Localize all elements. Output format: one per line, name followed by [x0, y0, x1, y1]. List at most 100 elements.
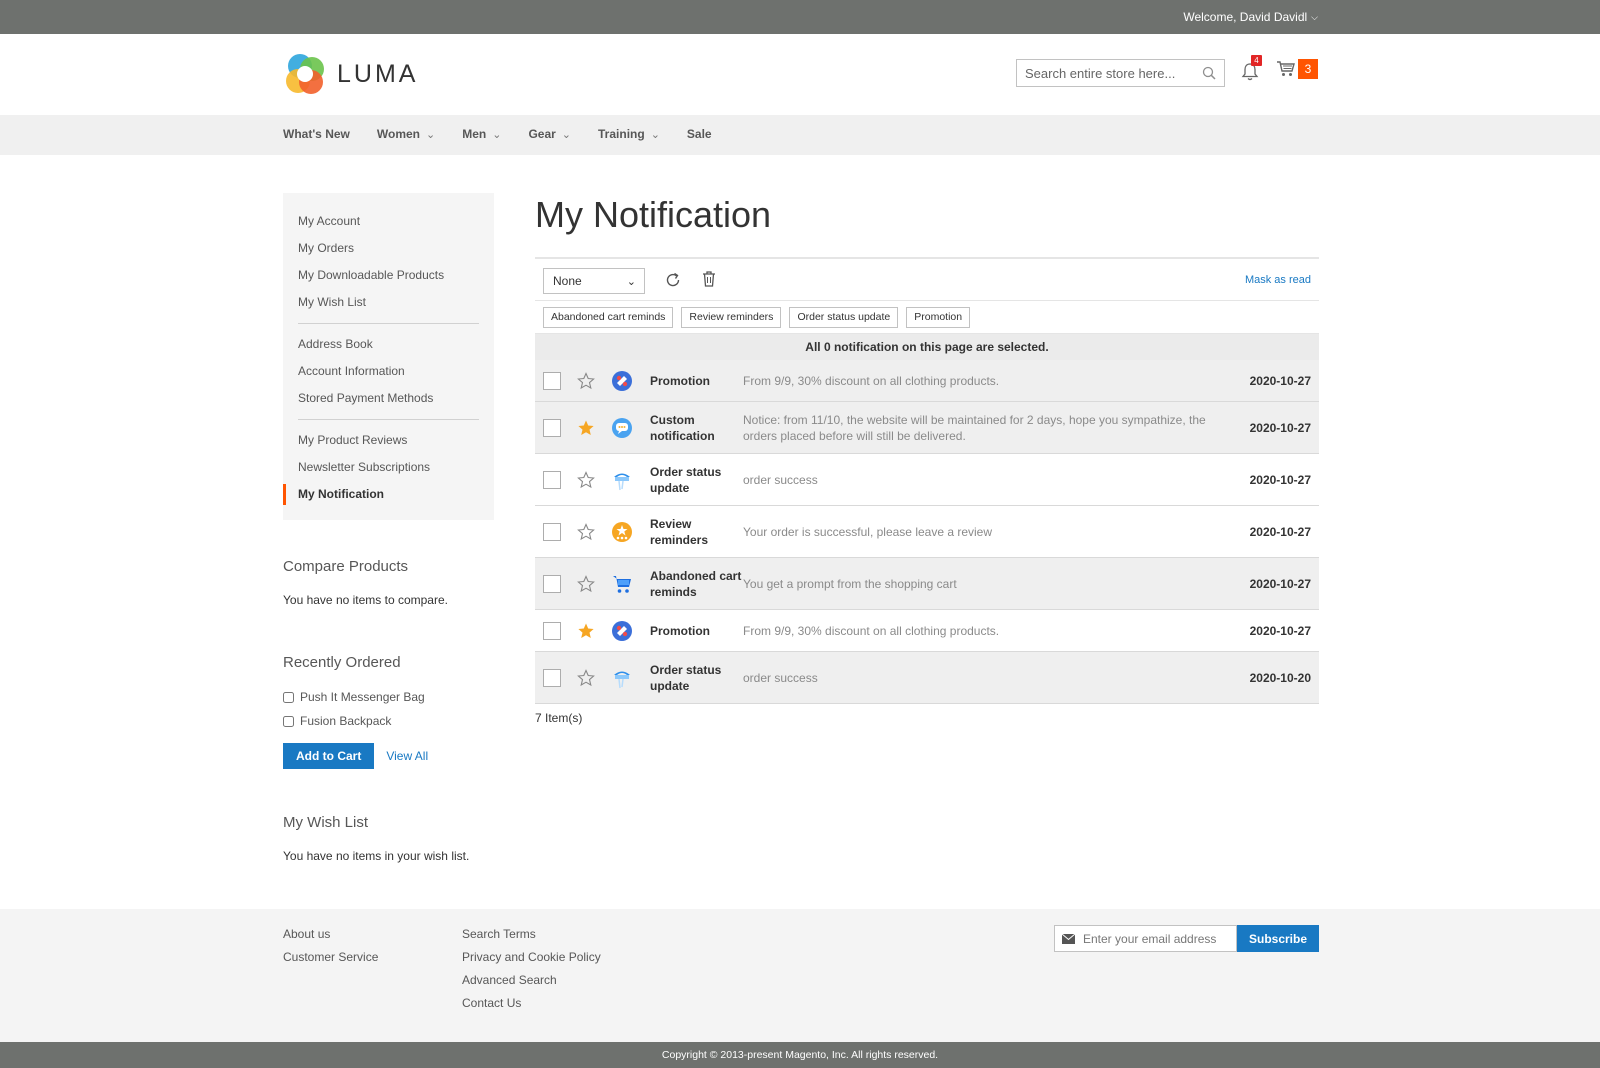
notification-message: From 9/9, 30% discount on all clothing p…: [743, 623, 1000, 638]
footer-link-privacy-policy[interactable]: Privacy and Cookie Policy: [462, 949, 601, 972]
search-input[interactable]: [1017, 60, 1197, 86]
footer-link-search-terms[interactable]: Search Terms: [462, 926, 601, 949]
notification-date: 2020-10-27: [1249, 472, 1311, 487]
nav-item-training[interactable]: Training ⌄: [598, 127, 660, 141]
compare-products-block: Compare Products You have no items to co…: [283, 558, 448, 607]
row-checkbox[interactable]: [543, 371, 561, 390]
promotion-icon: [612, 370, 632, 391]
recently-ordered-item-name: Push It Messenger Bag: [300, 690, 425, 704]
recently-ordered-item[interactable]: Push It Messenger Bag: [283, 685, 428, 709]
sidebar-item-address-book[interactable]: Address Book: [283, 331, 494, 358]
logo[interactable]: LUMA: [283, 52, 418, 96]
sidebar-item-my-orders[interactable]: My Orders: [283, 235, 494, 262]
welcome-text: Welcome, David Davidl: [1183, 10, 1308, 24]
trash-icon[interactable]: [701, 270, 717, 288]
nav-item-what-s-new[interactable]: What's New: [283, 127, 350, 141]
filter-promotion[interactable]: Promotion: [906, 307, 971, 328]
notification-type: Promotion: [650, 623, 710, 638]
add-to-cart-button[interactable]: Add to Cart: [283, 743, 375, 769]
notification-message: You get a prompt from the shopping cart: [743, 576, 957, 591]
sidebar-item-account-information[interactable]: Account Information: [283, 358, 494, 385]
mark-as-read-link[interactable]: Mask as read: [1245, 274, 1311, 286]
newsletter-email-input[interactable]: [1055, 931, 1235, 946]
sidebar-divider: [298, 419, 479, 420]
footer-links-col2: Search Terms Privacy and Cookie Policy A…: [462, 926, 601, 1018]
star-outline-icon[interactable]: [577, 668, 595, 687]
notification-list: Promotion From 9/9, 30% discount on all c…: [535, 360, 1319, 704]
chevron-down-icon: ⌄: [492, 128, 502, 141]
star-outline-icon[interactable]: [577, 574, 595, 593]
sidebar-item-my-notification[interactable]: My Notification: [283, 481, 494, 508]
star-filled-icon[interactable]: [577, 419, 595, 437]
sidebar-item-my-account[interactable]: My Account: [283, 208, 494, 235]
search-box: [1016, 59, 1225, 87]
star-outline-icon[interactable]: [577, 522, 595, 541]
minicart[interactable]: 3: [1276, 59, 1318, 79]
notification-row[interactable]: Promotion From 9/9, 30% discount on all c…: [535, 610, 1319, 652]
notification-message: From 9/9, 30% discount on all clothing p…: [743, 373, 1000, 388]
star-filled-icon[interactable]: [577, 622, 595, 640]
row-checkbox[interactable]: [543, 574, 561, 593]
row-checkbox[interactable]: [543, 418, 561, 437]
selection-dropdown[interactable]: None ⌄: [543, 268, 645, 294]
notification-date: 2020-10-27: [1249, 576, 1311, 591]
newsletter-field: [1054, 925, 1237, 952]
sidebar-item-product-reviews[interactable]: My Product Reviews: [283, 427, 494, 454]
footer-link-advanced-search[interactable]: Advanced Search: [462, 972, 601, 995]
filter-review-reminders[interactable]: Review reminders: [681, 307, 782, 328]
selection-summary: All 0 notification on this page are sele…: [535, 334, 1319, 360]
star-outline-icon[interactable]: [577, 470, 595, 489]
recently-ordered-checkbox[interactable]: [283, 715, 294, 727]
nav-item-label: Women: [376, 127, 420, 141]
row-checkbox[interactable]: [543, 470, 561, 489]
sidebar-item-newsletter-subscriptions[interactable]: Newsletter Subscriptions: [283, 454, 494, 481]
recently-ordered-item[interactable]: Fusion Backpack: [283, 709, 428, 733]
sidebar-item-downloadable-products[interactable]: My Downloadable Products: [283, 262, 494, 289]
row-checkbox[interactable]: [543, 668, 561, 687]
footer-link-customer-service[interactable]: Customer Service: [283, 949, 378, 972]
chevron-down-icon: ⌄: [626, 276, 636, 288]
notification-date: 2020-10-27: [1249, 623, 1311, 638]
custom-notification-icon: [612, 417, 632, 438]
row-checkbox[interactable]: [543, 621, 561, 640]
recently-ordered-item-name: Fusion Backpack: [300, 714, 392, 728]
view-all-link[interactable]: View All: [386, 749, 428, 763]
star-outline-icon[interactable]: [577, 371, 595, 390]
subscribe-button[interactable]: Subscribe: [1237, 925, 1319, 952]
nav-item-men[interactable]: Men ⌄: [462, 127, 501, 141]
notification-row[interactable]: Order status update order success 2020-10-…: [535, 652, 1319, 704]
notification-row[interactable]: Promotion From 9/9, 30% discount on all c…: [535, 360, 1319, 402]
header: LUMA 4 3: [0, 34, 1600, 115]
envelope-icon: [1062, 934, 1075, 944]
notification-row[interactable]: Order status update order success 2020-10-…: [535, 454, 1319, 506]
notification-row[interactable]: Custom notification Notice: from 11/10, t…: [535, 402, 1319, 454]
refresh-icon[interactable]: [664, 271, 682, 289]
row-checkbox[interactable]: [543, 522, 561, 541]
footer-link-contact-us[interactable]: Contact Us: [462, 995, 601, 1018]
notification-type: Review reminders: [650, 516, 709, 547]
recently-ordered-checkbox[interactable]: [283, 691, 294, 703]
newsletter-form: Subscribe: [1054, 925, 1319, 952]
filter-abandoned-cart[interactable]: Abandoned cart reminds: [543, 307, 674, 328]
chevron-down-icon: ⌵: [1311, 11, 1318, 22]
filter-order-status[interactable]: Order status update: [789, 307, 899, 328]
sidebar-item-wish-list[interactable]: My Wish List: [283, 289, 494, 316]
welcome-menu[interactable]: Welcome, David Davidl ⌵: [1183, 10, 1318, 24]
nav-item-gear[interactable]: Gear ⌄: [528, 127, 571, 141]
notification-row[interactable]: Review reminders Your order is successful…: [535, 506, 1319, 558]
main-content: My Notification None ⌄ Mask as read Aban…: [535, 193, 1319, 725]
sidebar-item-stored-payment-methods[interactable]: Stored Payment Methods: [283, 385, 494, 412]
nav-item-label: Men: [462, 127, 487, 141]
nav-item-sale[interactable]: Sale: [687, 127, 712, 141]
search-icon[interactable]: [1202, 66, 1216, 80]
notification-message: order success: [743, 472, 818, 487]
notification-row[interactable]: Abandoned cart reminds You get a prompt f…: [535, 558, 1319, 610]
notification-type: Order status update: [650, 464, 722, 495]
notification-type: Abandoned cart reminds: [650, 568, 742, 599]
nav-item-women[interactable]: Women ⌄: [377, 127, 435, 141]
cart-count-badge: 3: [1298, 59, 1318, 79]
recently-ordered-block: Recently Ordered Push It Messenger Bag F…: [283, 654, 428, 769]
notification-bell[interactable]: 4: [1240, 55, 1264, 82]
footer-link-about-us[interactable]: About us: [283, 926, 378, 949]
notification-message: order success: [743, 670, 818, 685]
